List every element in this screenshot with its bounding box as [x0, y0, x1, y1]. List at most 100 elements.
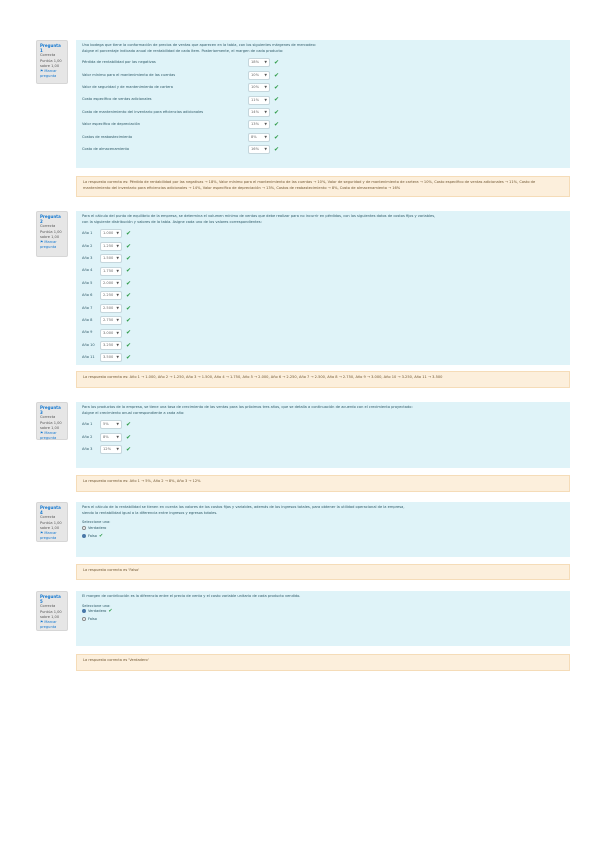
question-number: Pregunta 3 [40, 405, 61, 416]
answer-row: Año 10 3.250 ▼ ✔ [82, 340, 564, 352]
answer-select[interactable]: 13% ▼ [248, 120, 270, 130]
selected-value: 1.500 [103, 256, 114, 261]
row-label: Año 9 [82, 330, 93, 335]
answer-select[interactable]: 8% ▼ [248, 132, 270, 142]
check-icon: ✔ [126, 279, 132, 287]
option-label: Verdadero [88, 525, 107, 530]
chevron-down-icon: ▼ [116, 434, 119, 439]
question-score: Puntúa 1,00 sobre 1,00 [40, 520, 62, 530]
answer-select[interactable]: 16% ▼ [248, 145, 270, 155]
radio-false[interactable] [82, 533, 86, 538]
answer-select[interactable]: 1.500 ▼ [100, 254, 122, 264]
answer-select[interactable]: 3.000 ▼ [100, 328, 122, 338]
flag-question-link[interactable]: ⚑ Marcar pregunta [40, 531, 64, 541]
row-label: Año 4 [82, 268, 93, 273]
answer-select[interactable]: 2.250 ▼ [100, 291, 122, 301]
answer-rows: Pérdida de rentabilidad por las negativa… [82, 57, 564, 156]
check-icon: ✔ [274, 71, 280, 79]
selected-value: 5% [103, 422, 109, 427]
answer-row: Año 8 2.750 ▼ ✔ [82, 315, 564, 327]
answer-select[interactable]: 2.500 ▼ [100, 303, 122, 313]
row-label: Costo de mantenimiento del inventario pa… [82, 109, 204, 114]
chevron-down-icon: ▼ [264, 72, 267, 77]
selected-value: 1.000 [103, 231, 114, 236]
chevron-down-icon: ▼ [264, 109, 267, 114]
selected-value: 2.250 [103, 293, 114, 298]
chevron-down-icon: ▼ [116, 447, 119, 452]
radio-false[interactable] [82, 617, 86, 622]
answer-row: Año 9 3.000 ▼ ✔ [82, 327, 564, 339]
answer-row: Año 7 2.500 ▼ ✔ [82, 303, 564, 315]
chevron-down-icon: ▼ [264, 85, 267, 90]
answer-select[interactable]: 3.500 ▼ [100, 353, 122, 363]
row-label: Costo específico de ventas adicionales [82, 97, 152, 102]
answer-select[interactable]: 11% ▼ [248, 95, 270, 105]
row-label: Año 10 [82, 342, 95, 347]
row-label: Año 5 [82, 280, 93, 285]
question-content: El margen de contribución es la diferenc… [76, 591, 570, 646]
check-icon: ✔ [126, 316, 132, 324]
answer-select[interactable]: 12% ▼ [100, 445, 122, 455]
check-icon: ✔ [126, 242, 132, 250]
option-false[interactable]: Falso ✔ [82, 533, 564, 542]
answer-rows: Año 1 5% ▼ ✔ Año 2 8% ▼ ✔ Año 3 12% ▼ ✔ [82, 419, 564, 456]
flag-question-link[interactable]: ⚑ Marcar pregunta [40, 620, 64, 630]
flag-question-link[interactable]: ⚑ Marcar pregunta [40, 69, 64, 79]
row-label: Pérdida de rentabilidad por las negativa… [82, 60, 156, 65]
flag-label: Marcar pregunta [40, 240, 57, 250]
answer-row: Año 2 8% ▼ ✔ [82, 432, 564, 444]
answer-select[interactable]: 1.000 ▼ [100, 229, 122, 239]
flag-label: Marcar pregunta [40, 531, 57, 541]
selected-value: 8% [103, 434, 109, 439]
option-true[interactable]: Verdadero ✔ [82, 608, 564, 617]
check-icon: ✔ [126, 304, 132, 312]
check-icon: ✔ [126, 433, 132, 441]
check-icon: ✔ [126, 329, 132, 337]
row-label: Año 8 [82, 317, 93, 322]
answer-select[interactable]: 2.000 ▼ [100, 278, 122, 288]
question-number: Pregunta 5 [40, 594, 61, 605]
answer-row: Año 5 2.000 ▼ ✔ [82, 278, 564, 290]
chevron-down-icon: ▼ [264, 97, 267, 102]
check-icon: ✔ [126, 267, 132, 275]
answer-select[interactable]: 10% ▼ [248, 83, 270, 93]
answer-select[interactable]: 8% ▼ [100, 432, 122, 442]
selected-value: 3.500 [103, 355, 114, 360]
check-icon: ✔ [274, 145, 280, 153]
check-icon: ✔ [108, 608, 113, 615]
answer-select[interactable]: 10% ▼ [248, 70, 270, 80]
answer-select[interactable]: 14% ▼ [248, 107, 270, 117]
answer-row: Año 3 12% ▼ ✔ [82, 444, 564, 456]
flag-question-link[interactable]: ⚑ Marcar pregunta [40, 240, 64, 250]
option-false[interactable]: Falso [82, 617, 564, 625]
chevron-down-icon: ▼ [116, 280, 119, 285]
question-score: Puntúa 1,00 sobre 1,00 [40, 609, 62, 619]
answer-select[interactable]: 5% ▼ [100, 420, 122, 430]
answer-select[interactable]: 18% ▼ [248, 58, 270, 68]
flag-question-link[interactable]: ⚑ Marcar pregunta [40, 431, 64, 441]
answer-select[interactable]: 1.750 ▼ [100, 266, 122, 276]
answer-select[interactable]: 1.250 ▼ [100, 241, 122, 251]
answer-select[interactable]: 3.250 ▼ [100, 340, 122, 350]
option-true[interactable]: Verdadero [82, 525, 564, 534]
selected-value: 3.000 [103, 330, 114, 335]
answer-row: Costo específico de ventas adicionales 11… [82, 94, 564, 106]
radio-true[interactable] [82, 525, 86, 530]
row-label: Costo de almacenamiento [82, 146, 130, 151]
check-icon: ✔ [274, 133, 280, 141]
chevron-down-icon: ▼ [116, 305, 119, 310]
answer-row: Año 2 1.250 ▼ ✔ [82, 241, 564, 253]
flag-label: Marcar pregunta [40, 431, 57, 441]
row-label: Año 1 [82, 231, 93, 236]
question-score: Puntúa 1,00 sobre 1,00 [40, 229, 62, 239]
row-label: Año 2 [82, 243, 93, 248]
question-info: Pregunta 3 Correcta Puntúa 1,00 sobre 1,… [36, 402, 68, 440]
radio-true[interactable] [82, 609, 86, 614]
selected-value: 11% [251, 97, 259, 102]
answer-select[interactable]: 2.750 ▼ [100, 316, 122, 326]
check-icon: ✔ [126, 341, 132, 349]
check-icon: ✔ [126, 421, 132, 429]
row-label: Valor mínimo para el mantenimiento de la… [82, 72, 176, 77]
chevron-down-icon: ▼ [116, 342, 119, 347]
feedback: La respuesta correcta es: Año 1 → 5%, Añ… [76, 475, 570, 492]
